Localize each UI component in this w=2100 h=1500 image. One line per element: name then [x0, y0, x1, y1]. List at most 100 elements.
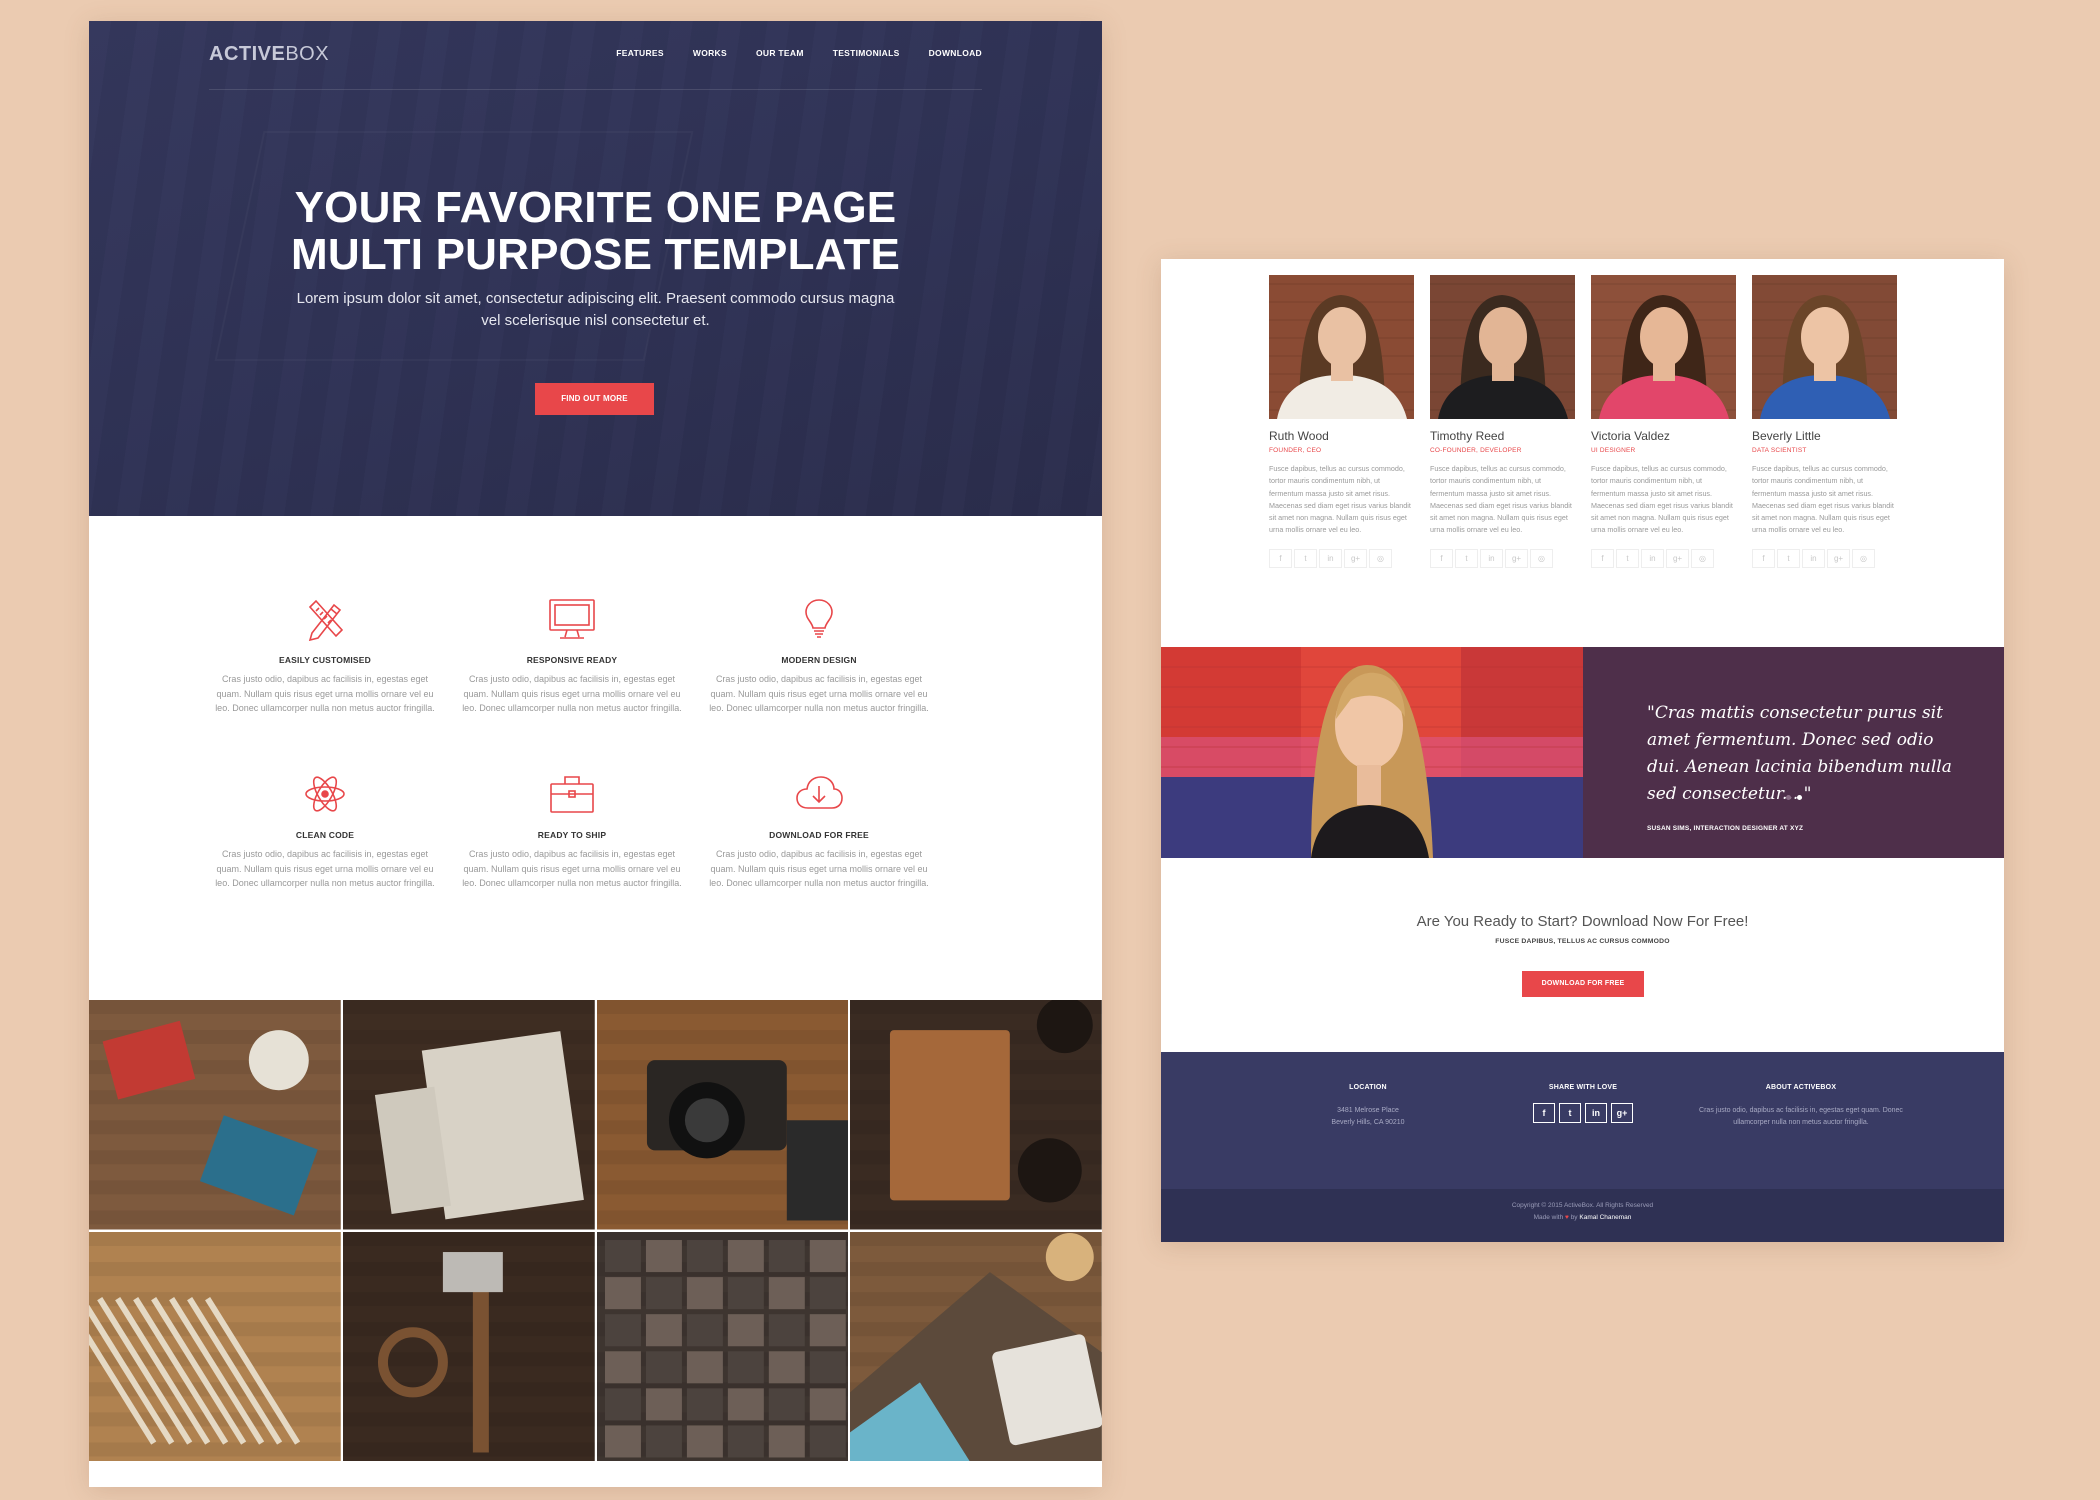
team-member-photo: [1269, 275, 1414, 419]
team-member-name: Victoria Valdez: [1591, 429, 1670, 443]
team-member-socials: f t in g+ ◎: [1430, 548, 1575, 568]
twitter-icon[interactable]: t: [1616, 548, 1639, 568]
made-with-label: Made with: [1533, 1214, 1564, 1221]
monitor-icon: [549, 599, 595, 639]
gallery-pencils[interactable]: [89, 1231, 341, 1461]
google-plus-icon[interactable]: g+: [1666, 548, 1689, 568]
landing-page-preview-bottom: Ruth Wood FOUNDER, CEO Fusce dapibus, te…: [1161, 259, 2004, 1242]
testimonial-section: "Cras mattis consectetur purus sit amet …: [1161, 647, 2004, 858]
linkedin-icon[interactable]: in: [1319, 548, 1342, 568]
heart-icon: ♥: [1565, 1214, 1569, 1221]
gallery-letterpress-type[interactable]: [596, 1231, 849, 1461]
linkedin-icon[interactable]: in: [1802, 548, 1825, 568]
facebook-icon[interactable]: f: [1533, 1103, 1555, 1123]
dribbble-icon[interactable]: ◎: [1369, 548, 1392, 568]
testimonial-author: SUSAN SIMS, INTERACTION DESIGNER AT XYZ: [1647, 825, 1804, 832]
gallery-pencils-image: [89, 1231, 341, 1461]
twitter-icon[interactable]: t: [1777, 548, 1800, 568]
cloud-download-icon: [796, 776, 843, 809]
dribbble-icon[interactable]: ◎: [1530, 548, 1553, 568]
download-for-free-button[interactable]: DOWNLOAD FOR FREE: [1522, 971, 1644, 997]
google-plus-icon[interactable]: g+: [1505, 548, 1528, 568]
brand-logo-bold: ACTIVE: [209, 43, 286, 65]
hero-title-line-2: MULTI PURPOSE TEMPLATE: [291, 230, 900, 279]
team-member-bio: Fusce dapibus, tellus ac cursus commodo,…: [1591, 464, 1733, 535]
team-member-bio: Fusce dapibus, tellus ac cursus commodo,…: [1430, 464, 1572, 535]
cta-title: Are You Ready to Start? Download Now For…: [1416, 913, 1749, 930]
team-member-socials: f t in g+ ◎: [1752, 548, 1897, 568]
team-member-name: Ruth Wood: [1269, 429, 1329, 443]
find-out-more-button[interactable]: FIND OUT MORE: [535, 383, 654, 415]
facebook-icon[interactable]: f: [1591, 548, 1614, 568]
feature-easily-customised: EASILY CUSTOMISED Cras justo odio, dapib…: [215, 597, 435, 716]
google-plus-icon[interactable]: g+: [1611, 1103, 1633, 1123]
footer: LOCATION 3481 Melrose Place Beverly Hill…: [1161, 1052, 2004, 1242]
twitter-icon[interactable]: t: [1559, 1103, 1581, 1123]
pencil-ruler-icon: [308, 599, 344, 641]
google-plus-icon[interactable]: g+: [1827, 548, 1850, 568]
team-member-photo: [1591, 275, 1736, 419]
facebook-icon[interactable]: f: [1269, 548, 1292, 568]
footer-about-text: Cras justo odio, dapibus ac facilisis in…: [1699, 1107, 1903, 1126]
feature-title: EASILY CUSTOMISED: [278, 655, 372, 665]
facebook-icon[interactable]: f: [1752, 548, 1775, 568]
cta-subtitle: FUSCE DAPIBUS, TELLUS AC CURSUS COMMODO: [1495, 938, 1670, 945]
feature-clean-code: CLEAN CODE Cras justo odio, dapibus ac f…: [215, 772, 435, 891]
team-member-card: Beverly Little DATA SCIENTIST Fusce dapi…: [1752, 275, 1897, 568]
gallery-dont-just-stand-there-book[interactable]: [342, 1000, 595, 1230]
testimonial-portrait-image: [1161, 647, 1583, 858]
dribbble-icon[interactable]: ◎: [1691, 548, 1714, 568]
gallery-vintage-camera[interactable]: [596, 1000, 849, 1230]
nav-download[interactable]: DOWNLOAD: [929, 48, 982, 58]
team-member-portrait-image: [1269, 275, 1414, 419]
gallery-wooden-box-image: [850, 1000, 1102, 1230]
nav-features[interactable]: FEATURES: [616, 48, 664, 58]
features-section: EASILY CUSTOMISED Cras justo odio, dapib…: [89, 516, 1102, 1001]
gallery-dont-just-stand-there-book-image: [342, 1000, 595, 1230]
feature-responsive-ready: RESPONSIVE READY Cras justo odio, dapibu…: [462, 597, 682, 716]
twitter-icon[interactable]: t: [1294, 548, 1317, 568]
team-member-card: Ruth Wood FOUNDER, CEO Fusce dapibus, te…: [1269, 275, 1414, 568]
brand-logo[interactable]: ACTIVEBOX: [209, 43, 329, 66]
feature-ready-to-ship: READY TO SHIP Cras justo odio, dapibus a…: [462, 772, 682, 891]
works-gallery: [89, 1000, 1102, 1461]
feature-title: DOWNLOAD FOR FREE: [769, 830, 869, 840]
team-member-socials: f t in g+ ◎: [1269, 548, 1414, 568]
hero-subtitle: Lorem ipsum dolor sit amet, consectetur …: [296, 290, 895, 329]
feature-download-for-free: DOWNLOAD FOR FREE Cras justo odio, dapib…: [709, 772, 929, 891]
feature-text: Cras justo odio, dapibus ac facilisis in…: [215, 674, 435, 713]
gallery-coffee-table[interactable]: [850, 1231, 1102, 1461]
footer-address-line-2: Beverly Hills, CA 90210: [1331, 1119, 1405, 1126]
facebook-icon[interactable]: f: [1430, 548, 1453, 568]
google-plus-icon[interactable]: g+: [1344, 548, 1367, 568]
team-member-bio: Fusce dapibus, tellus ac cursus commodo,…: [1752, 464, 1894, 535]
author-link[interactable]: Kamal Chaneman: [1579, 1214, 1631, 1221]
team-member-name: Timothy Reed: [1430, 429, 1505, 443]
gallery-wooden-box[interactable]: [850, 1000, 1102, 1230]
testimonial-photo: [1161, 647, 1583, 858]
lightbulb-icon: [805, 599, 833, 638]
footer-location: LOCATION 3481 Melrose Place Beverly Hill…: [1268, 1084, 1468, 1129]
linkedin-icon[interactable]: in: [1480, 548, 1503, 568]
gallery-hand-tools-image: [342, 1231, 595, 1461]
testimonial-quote: "Cras mattis consectetur purus sit amet …: [1647, 703, 1952, 804]
team-member-portrait-image: [1591, 275, 1736, 419]
linkedin-icon[interactable]: in: [1585, 1103, 1607, 1123]
nav-testimonials[interactable]: TESTIMONIALS: [833, 48, 900, 58]
carousel-dot-1[interactable]: [1786, 795, 1791, 800]
nav-works[interactable]: WORKS: [693, 48, 727, 58]
feature-modern-design: MODERN DESIGN Cras justo odio, dapibus a…: [709, 597, 929, 716]
gallery-coffee-table-image: [850, 1231, 1102, 1461]
feature-text: Cras justo odio, dapibus ac facilisis in…: [462, 674, 682, 713]
gallery-hand-tools[interactable]: [342, 1231, 595, 1461]
twitter-icon[interactable]: t: [1455, 548, 1478, 568]
hero-title-line-1: YOUR FAVORITE ONE PAGE: [294, 183, 897, 232]
nav-our-team[interactable]: OUR TEAM: [756, 48, 804, 58]
dribbble-icon[interactable]: ◎: [1852, 548, 1875, 568]
linkedin-icon[interactable]: in: [1641, 548, 1664, 568]
brand-logo-light: BOX: [285, 43, 330, 65]
footer-share-title: SHARE WITH LOVE: [1548, 1084, 1618, 1091]
carousel-dot-2[interactable]: [1797, 795, 1802, 800]
gallery-stationery-flatlay[interactable]: [89, 1000, 341, 1230]
feature-title: MODERN DESIGN: [781, 655, 857, 665]
